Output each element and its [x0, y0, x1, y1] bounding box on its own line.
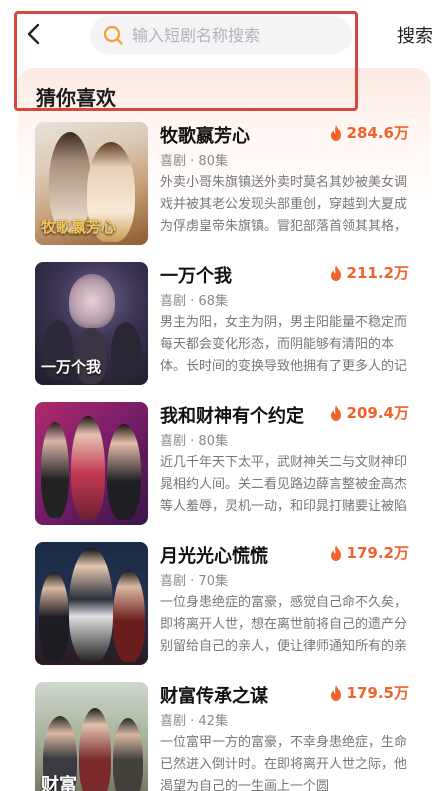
search-box[interactable] — [90, 16, 352, 54]
poster-caption: 牧歌嬴芳心 — [41, 218, 117, 236]
poster-caption: 财富 — [41, 775, 77, 791]
heat-badge: 211.2万 — [329, 262, 409, 283]
drama-meta: 喜剧 · 68集 — [160, 294, 228, 309]
drama-title: 牧歌嬴芳心 — [160, 126, 250, 147]
drama-description: 一位富甲一方的富豪，不幸身患绝症，生命已然进入倒计时。在即将离开人世之际，他渴望… — [160, 735, 408, 791]
drama-title: 财富传承之谋 — [160, 686, 268, 707]
heat-value: 209.4万 — [346, 404, 409, 422]
fire-icon — [330, 264, 341, 281]
drama-item[interactable]: 财富 财富传承之谋 179.5万 喜剧 · 42集 一位富甲一方的富豪，不幸身患… — [0, 678, 445, 791]
heat-badge: 209.4万 — [329, 402, 409, 423]
drama-genre: 喜剧 — [160, 434, 187, 449]
search-icon — [103, 25, 123, 45]
poster-caption: 一万个我 — [41, 358, 102, 376]
heat-badge: 284.6万 — [329, 122, 409, 143]
drama-title: 一万个我 — [160, 266, 232, 287]
episode-count: 70集 — [198, 574, 228, 589]
heat-badge: 179.2万 — [329, 542, 409, 563]
drama-meta: 喜剧 · 42集 — [160, 714, 228, 729]
episode-count: 80集 — [198, 434, 228, 449]
fire-icon — [330, 544, 341, 561]
search-button[interactable]: 搜索 — [397, 22, 433, 48]
drama-item[interactable]: 我和财神有个约定 209.4万 喜剧 · 80集 近几千年天下太平，武财神关二与… — [0, 398, 445, 538]
heat-value: 284.6万 — [346, 124, 409, 142]
heat-value: 211.2万 — [346, 264, 409, 282]
heat-badge: 179.5万 — [329, 682, 409, 703]
back-button[interactable] — [20, 20, 48, 48]
drama-genre: 喜剧 — [160, 574, 187, 589]
episode-count: 80集 — [198, 154, 228, 169]
drama-description: 男主为阳，女主为阴，男主阳能量不稳定而每天都会变化形态，而阴能够有清阳的本体。长… — [160, 315, 408, 374]
search-input[interactable] — [132, 25, 342, 45]
heat-value: 179.5万 — [346, 684, 409, 702]
drama-poster[interactable]: 一万个我 — [35, 262, 148, 385]
drama-poster[interactable] — [35, 542, 148, 665]
drama-description: 外卖小哥朱旗镇送外卖时莫名其妙被美女调戏并被其老公发现头部重创，穿越到大夏成为俘… — [160, 175, 408, 234]
drama-description: 近几千年天下太平，武财神关二与文财神印晁相约人间。关二看见路边薛言整被金高杰等人… — [160, 455, 408, 514]
drama-genre: 喜剧 — [160, 714, 187, 729]
fire-icon — [330, 404, 341, 421]
drama-title: 月光光心慌慌 — [160, 546, 268, 567]
drama-genre: 喜剧 — [160, 294, 187, 309]
drama-meta: 喜剧 · 80集 — [160, 154, 228, 169]
drama-poster[interactable]: 财富 — [35, 682, 148, 791]
drama-meta: 喜剧 · 70集 — [160, 574, 228, 589]
drama-meta: 喜剧 · 80集 — [160, 434, 228, 449]
drama-poster[interactable]: 牧歌嬴芳心 — [35, 122, 148, 245]
episode-count: 68集 — [198, 294, 228, 309]
drama-description: 一位身患绝症的富豪，感觉自己命不久矣，即将离开人世，想在离世前将自己的遗产分别留… — [160, 595, 408, 654]
drama-item[interactable]: 月光光心慌慌 179.2万 喜剧 · 70集 一位身患绝症的富豪，感觉自己命不久… — [0, 538, 445, 678]
heat-value: 179.2万 — [346, 544, 409, 562]
drama-poster[interactable] — [35, 402, 148, 525]
page: 搜索 猜你喜欢 牧歌嬴芳心 牧歌嬴芳心 284.6万 喜剧 · 80集 外卖小哥… — [0, 0, 445, 791]
fire-icon — [330, 684, 341, 701]
drama-list: 牧歌嬴芳心 牧歌嬴芳心 284.6万 喜剧 · 80集 外卖小哥朱旗镇送外卖时莫… — [0, 118, 445, 791]
chevron-left-icon — [27, 23, 40, 45]
drama-genre: 喜剧 — [160, 154, 187, 169]
drama-item[interactable]: 一万个我 一万个我 211.2万 喜剧 · 68集 男主为阳，女主为阴，男主阳能… — [0, 258, 445, 398]
drama-item[interactable]: 牧歌嬴芳心 牧歌嬴芳心 284.6万 喜剧 · 80集 外卖小哥朱旗镇送外卖时莫… — [0, 118, 445, 258]
section-title: 猜你喜欢 — [36, 86, 116, 110]
episode-count: 42集 — [198, 714, 228, 729]
fire-icon — [330, 124, 341, 141]
search-bar: 搜索 — [0, 0, 445, 62]
drama-title: 我和财神有个约定 — [160, 406, 304, 427]
